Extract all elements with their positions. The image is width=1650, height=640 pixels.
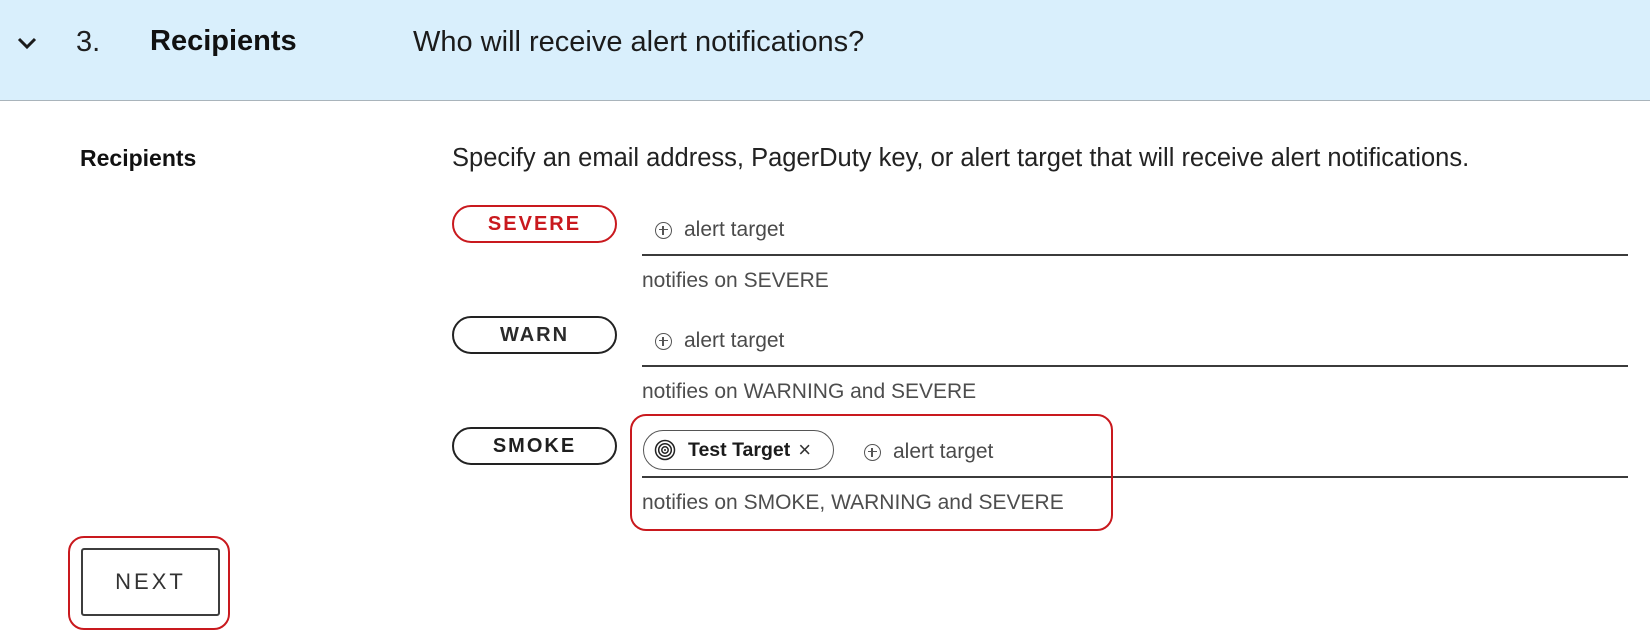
- plus-circle-icon: [655, 221, 672, 239]
- warn-hint: notifies on WARNING and SEVERE: [642, 380, 977, 403]
- next-button[interactable]: NEXT: [81, 548, 220, 616]
- plus-circle-icon: [655, 332, 672, 350]
- step-header[interactable]: 3. Recipients Who will receive alert not…: [0, 0, 1650, 101]
- severity-pill-smoke: SMOKE: [452, 427, 617, 465]
- section-label: Recipients: [80, 145, 197, 171]
- step-number: 3.: [76, 26, 101, 58]
- step-question: Who will receive alert notifications?: [413, 26, 865, 58]
- instructions-text: Specify an email address, PagerDuty key,…: [452, 144, 1470, 172]
- add-alert-target-label: alert target: [684, 329, 785, 352]
- add-alert-target-label: alert target: [684, 218, 785, 241]
- warn-recipients-field[interactable]: alert target: [642, 317, 1628, 367]
- severe-hint: notifies on SEVERE: [642, 269, 829, 292]
- severe-recipients-field[interactable]: alert target: [642, 206, 1628, 256]
- severity-pill-severe: SEVERE: [452, 205, 617, 243]
- severity-pill-warn: WARN: [452, 316, 617, 354]
- chevron-down-icon[interactable]: [14, 33, 40, 53]
- highlight-annotation: [630, 414, 1113, 531]
- add-alert-target-button[interactable]: alert target: [655, 218, 784, 242]
- add-alert-target-button[interactable]: alert target: [655, 329, 784, 353]
- step-title: Recipients: [150, 25, 297, 57]
